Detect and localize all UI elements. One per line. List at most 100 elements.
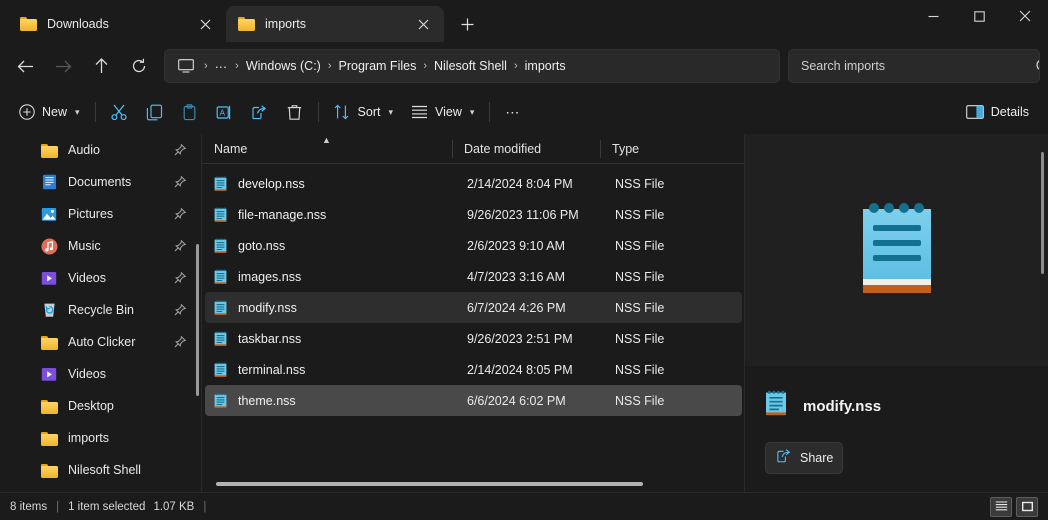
selection-info: 1 item selected: [68, 500, 146, 513]
details-pane-button[interactable]: Details: [957, 96, 1038, 128]
table-row[interactable]: file-manage.nss 9/26/2023 11:06 PM NSS F…: [205, 199, 742, 230]
tab-imports[interactable]: imports: [226, 6, 444, 42]
sidebar-item-recycle-bin[interactable]: Recycle Bin: [6, 294, 196, 326]
file-type: NSS File: [615, 176, 665, 191]
folder-icon: [40, 333, 58, 351]
breadcrumb-nilesoft-shell[interactable]: Nilesoft Shell: [434, 59, 507, 73]
search-icon: [1036, 59, 1039, 74]
more-options-button[interactable]: ⋯: [496, 96, 530, 128]
rename-button[interactable]: A: [207, 96, 242, 128]
sidebar-item-videos-pinned[interactable]: Videos: [6, 262, 196, 294]
table-row[interactable]: modify.nss 6/7/2024 4:26 PM NSS File: [205, 292, 742, 323]
sort-button[interactable]: Sort ▾: [325, 96, 402, 128]
sidebar-item-nilesoft-shell[interactable]: Nilesoft Shell: [6, 454, 196, 486]
sidebar-item-pictures[interactable]: Pictures: [6, 198, 196, 230]
refresh-button[interactable]: [120, 49, 158, 83]
sidebar-scrollbar[interactable]: [196, 244, 199, 396]
large-icons-view-toggle[interactable]: [1016, 496, 1038, 517]
sidebar-item-label: Desktop: [68, 399, 114, 413]
delete-button[interactable]: [277, 96, 312, 128]
toolbar-divider: [489, 102, 491, 122]
new-tab-button[interactable]: [452, 9, 482, 39]
file-name-cell: terminal.nss: [205, 362, 455, 378]
breadcrumb-program-files[interactable]: Program Files: [339, 59, 417, 73]
file-type: NSS File: [615, 300, 665, 315]
sidebar-item-music[interactable]: Music: [6, 230, 196, 262]
file-name: develop.nss: [238, 176, 305, 191]
copy-button[interactable]: [137, 96, 172, 128]
file-rows: develop.nss 2/14/2024 8:04 PM NSS File f…: [202, 164, 745, 492]
file-list[interactable]: Name ▲ Date modified Type develop.nss 2/…: [202, 134, 745, 492]
breadcrumb[interactable]: › ⋯ › Windows (C:) › Program Files › Nil…: [164, 49, 780, 83]
details-pane-scrollbar[interactable]: [1041, 152, 1044, 274]
file-date: 2/14/2024 8:05 PM: [467, 362, 573, 377]
file-type: NSS File: [615, 238, 665, 253]
folder-icon: [40, 397, 58, 415]
sidebar-item-audio[interactable]: Audio: [6, 134, 196, 166]
table-row[interactable]: images.nss 4/7/2023 3:16 AM NSS File: [205, 261, 742, 292]
forward-button[interactable]: [44, 49, 82, 83]
sidebar-item-imports[interactable]: imports: [6, 422, 196, 454]
maximize-button[interactable]: [956, 0, 1002, 32]
status-bar: 8 items | 1 item selected 1.07 KB |: [0, 492, 1048, 520]
breadcrumb-imports[interactable]: imports: [525, 59, 566, 73]
file-date: 6/6/2024 6:02 PM: [467, 393, 566, 408]
sidebar-item-label: Audio: [68, 143, 100, 157]
table-row[interactable]: theme.nss 6/6/2024 6:02 PM NSS File: [205, 385, 742, 416]
pin-icon[interactable]: [174, 272, 186, 284]
column-header-date-modified[interactable]: Date modified: [452, 134, 600, 164]
sidebar-item-label: Auto Clicker: [68, 335, 136, 349]
view-button[interactable]: View ▾: [402, 96, 483, 128]
folder-icon: [20, 17, 37, 32]
breadcrumb-windows-c[interactable]: Windows (C:): [246, 59, 321, 73]
pin-icon[interactable]: [174, 336, 186, 348]
pin-icon[interactable]: [174, 240, 186, 252]
nss-file-large-icon: [859, 201, 935, 300]
chevron-right-icon: ›: [235, 60, 239, 72]
new-button[interactable]: New ▾: [10, 96, 89, 128]
pin-icon[interactable]: [174, 304, 186, 316]
this-pc-icon[interactable]: [175, 59, 197, 73]
folder-icon: [40, 429, 58, 447]
close-button[interactable]: [1002, 0, 1048, 32]
file-name: goto.nss: [238, 238, 286, 253]
table-row[interactable]: terminal.nss 2/14/2024 8:05 PM NSS File: [205, 354, 742, 385]
minimize-button[interactable]: [910, 0, 956, 32]
tab-downloads[interactable]: Downloads: [8, 6, 226, 42]
view-icon: [411, 105, 428, 119]
details-file-row: modify.nss: [765, 390, 1048, 422]
table-row[interactable]: taskbar.nss 9/26/2023 2:51 PM NSS File: [205, 323, 742, 354]
tab-close-icon[interactable]: [410, 11, 436, 37]
rename-icon: A: [216, 104, 233, 121]
search-input[interactable]: Search imports: [788, 49, 1040, 83]
back-button[interactable]: [6, 49, 44, 83]
cut-button[interactable]: [102, 96, 137, 128]
navigation-sidebar[interactable]: Audio Documents Pictures Music Videos Re…: [0, 134, 202, 492]
breadcrumb-overflow[interactable]: ⋯: [215, 59, 229, 74]
sidebar-item-auto-clicker[interactable]: Auto Clicker: [6, 326, 196, 358]
file-list-horizontal-scrollbar[interactable]: [216, 482, 643, 486]
pin-icon[interactable]: [174, 176, 186, 188]
nss-file-icon: [765, 390, 787, 422]
sidebar-item-documents[interactable]: Documents: [6, 166, 196, 198]
sidebar-item-desktop[interactable]: Desktop: [6, 390, 196, 422]
nss-file-icon: [214, 393, 227, 409]
nss-file-icon: [214, 176, 227, 192]
up-button[interactable]: [82, 49, 120, 83]
table-row[interactable]: goto.nss 2/6/2023 9:10 AM NSS File: [205, 230, 742, 261]
pin-icon[interactable]: [174, 208, 186, 220]
table-row[interactable]: develop.nss 2/14/2024 8:04 PM NSS File: [205, 168, 742, 199]
details-view-toggle[interactable]: [990, 496, 1012, 517]
column-header-name[interactable]: Name ▲: [202, 134, 452, 164]
share-button[interactable]: [242, 96, 277, 128]
address-bar: › ⋯ › Windows (C:) › Program Files › Nil…: [0, 42, 1048, 90]
tab-close-icon[interactable]: [192, 11, 218, 37]
view-toggles: [990, 496, 1038, 517]
column-header-type[interactable]: Type: [600, 134, 710, 164]
paste-button[interactable]: [172, 96, 207, 128]
share-button[interactable]: Share: [765, 442, 843, 474]
pin-icon[interactable]: [174, 144, 186, 156]
share-button-label: Share: [800, 451, 834, 465]
sidebar-item-videos[interactable]: Videos: [6, 358, 196, 390]
tab-strip: Downloads imports: [0, 0, 482, 42]
